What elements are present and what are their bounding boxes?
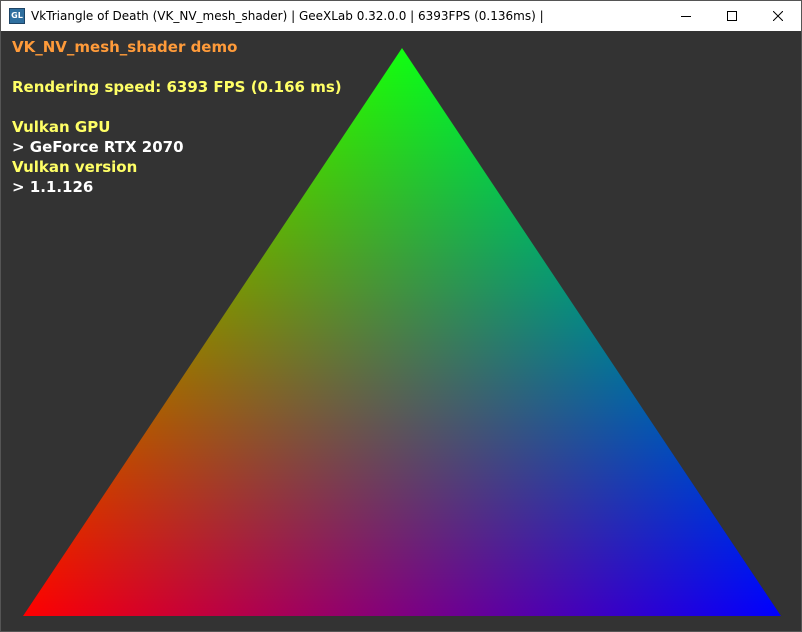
close-icon — [773, 11, 783, 21]
render-viewport[interactable]: VK_NV_mesh_shader demo Rendering speed: … — [1, 31, 801, 631]
window-controls — [663, 1, 801, 31]
maximize-button[interactable] — [709, 1, 755, 31]
gpu-value: > GeForce RTX 2070 — [12, 138, 184, 156]
close-button[interactable] — [755, 1, 801, 31]
gpu-label: Vulkan GPU — [12, 118, 111, 136]
app-icon-glyph: GL — [11, 11, 23, 20]
minimize-icon — [681, 16, 691, 17]
app-window: GL VkTriangle of Death (VK_NV_mesh_shade… — [0, 0, 802, 632]
window-title: VkTriangle of Death (VK_NV_mesh_shader) … — [31, 9, 544, 23]
geexlab-app-icon[interactable]: GL — [9, 8, 25, 24]
rendering-speed: Rendering speed: 6393 FPS (0.166 ms) — [12, 78, 342, 96]
vulkan-version-value: > 1.1.126 — [12, 178, 94, 196]
hud-overlay: VK_NV_mesh_shader demo Rendering speed: … — [12, 37, 342, 197]
title-bar[interactable]: GL VkTriangle of Death (VK_NV_mesh_shade… — [1, 1, 801, 31]
minimize-button[interactable] — [663, 1, 709, 31]
demo-title: VK_NV_mesh_shader demo — [12, 38, 238, 56]
vulkan-version-label: Vulkan version — [12, 158, 138, 176]
maximize-icon — [727, 11, 737, 21]
